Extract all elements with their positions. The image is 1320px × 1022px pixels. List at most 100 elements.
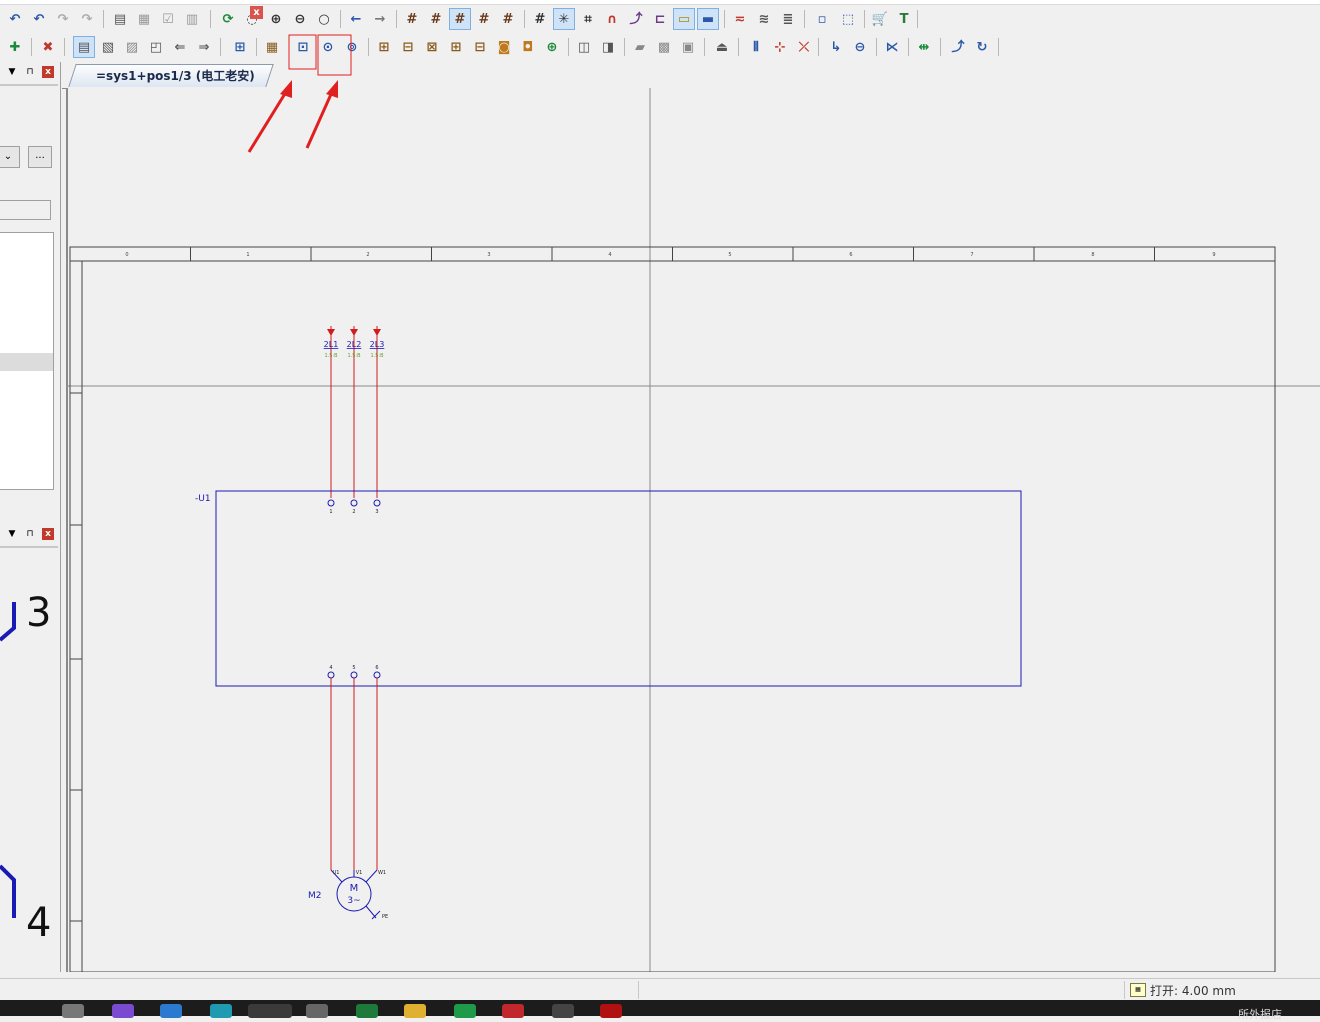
crosshair-icon[interactable]: ⌗ [578,9,598,29]
shade-c-icon[interactable]: ▣ [678,37,698,57]
schematic-canvas[interactable]: 0 1 2 3 4 5 6 7 8 9 2L1 2L2 2L3 1.5:B 1.… [66,88,1320,973]
page-layout2-icon[interactable]: ▦ [134,9,154,29]
supply-arrow-icon[interactable] [373,329,381,336]
pin-icon[interactable]: ⊓ [24,528,36,540]
page-new-icon[interactable]: ▤ [73,36,95,58]
selected-tree-row[interactable] [0,353,53,371]
page-table-icon[interactable]: ▥ [182,9,202,29]
device-box[interactable] [215,490,1022,687]
shade-b-icon[interactable]: ▩ [654,37,674,57]
angle-icon[interactable]: ⤴ [948,37,968,57]
connection-point[interactable] [350,499,358,507]
close-pane-button[interactable]: x [42,528,54,540]
page-prev-icon[interactable]: ⇐ [170,37,190,57]
grid-b-icon[interactable]: # [426,9,446,29]
component-a-icon[interactable]: ⊞ [374,37,394,57]
redo-icon[interactable]: ↷ [53,9,73,29]
macro-window-icon[interactable]: ⊞ [230,37,250,57]
wire3-icon[interactable]: ≣ [778,9,798,29]
zoom-in-icon[interactable]: ⊕ [266,9,286,29]
macro-update-icon[interactable]: ⊚ [342,37,362,57]
nav-back-icon[interactable]: ← [346,9,366,29]
link-icon[interactable]: ⊏ [650,9,670,29]
connector-b-icon[interactable]: ⊹ [770,37,790,57]
jump-icon[interactable]: ⤴ [626,9,646,29]
undo-back-icon[interactable]: ↶ [29,9,49,29]
interrupt-icon[interactable]: ⋉ [882,37,902,57]
search-input[interactable] [0,200,51,220]
page-check-icon[interactable]: ☑ [158,9,178,29]
terminal-b-icon[interactable]: ◨ [598,37,618,57]
supply-arrow-icon[interactable] [327,329,335,336]
select-frame-icon[interactable]: ⬚ [838,9,858,29]
undo-icon[interactable]: ↶ [5,9,25,29]
component-c-icon[interactable]: ⊠ [422,37,442,57]
terminal-label[interactable]: 2L1 [324,340,339,349]
component-e-icon[interactable]: ⊟ [470,37,490,57]
tag-icon[interactable]: ▭ [673,8,695,30]
component-g-icon[interactable]: ◘ [518,37,538,57]
delete-placement-icon[interactable]: ✖ [38,37,58,57]
schematic-drawing[interactable]: 0 1 2 3 4 5 6 7 8 9 2L1 2L2 2L3 1.5:B 1.… [68,88,1320,973]
nav-forward-icon[interactable]: → [370,9,390,29]
connection-point[interactable] [327,499,335,507]
ruler-icon[interactable]: ▬ [697,8,719,30]
more-button[interactable]: ... [28,146,52,168]
component-f-icon[interactable]: ◙ [494,37,514,57]
shade-a-icon[interactable]: ▰ [630,37,650,57]
text-icon[interactable]: T [894,9,914,29]
pane-menu-arrow-icon[interactable]: ▼ [6,528,18,540]
close-pane-button[interactable]: x [42,66,54,78]
insert-device-icon[interactable]: ✚ [5,37,25,57]
grid-c-icon[interactable]: # [449,8,471,30]
supply-arrow-icon[interactable] [350,329,358,336]
terminal-a-icon[interactable]: ◫ [574,37,594,57]
arc-icon[interactable]: ↻ [972,37,992,57]
connection-point[interactable] [373,671,381,679]
device-label[interactable]: -U1 [195,494,211,504]
page-props-icon[interactable]: ◰ [146,37,166,57]
close-tab-button[interactable]: x [250,6,263,19]
component-h-icon[interactable]: ⊕ [542,37,562,57]
zoom-100-icon[interactable]: ○ [314,9,334,29]
component-d-icon[interactable]: ⊞ [446,37,466,57]
cart-icon[interactable]: 🛒 [870,9,890,29]
page-tree-list[interactable] [0,232,54,490]
magnet-icon[interactable]: ∩ [602,9,622,29]
grid-d-icon[interactable]: # [474,9,494,29]
page-open-icon[interactable]: ▨ [122,37,142,57]
macro-insert-icon[interactable]: ⊡ [293,37,313,57]
pane-menu-arrow-icon[interactable]: ▼ [6,66,18,78]
grid-toggle-icon[interactable]: # [530,9,550,29]
connection-point[interactable] [327,671,335,679]
snap-icon[interactable]: ✳ [553,8,575,30]
fit-icon[interactable]: ▫ [812,9,832,29]
wire-icon[interactable]: ≂ [730,9,750,29]
pin-icon[interactable]: ⊓ [24,66,36,78]
corner-a-icon[interactable]: ↳ [826,37,846,57]
filter-dropdown[interactable]: ⌄ [0,146,20,168]
terminal-label[interactable]: 2L3 [370,340,385,349]
potential-icon[interactable]: ⏏ [712,37,732,57]
redo-forward-icon[interactable]: ↷ [77,9,97,29]
grid-e-icon[interactable]: # [498,9,518,29]
wire2-icon[interactable]: ≋ [754,9,774,29]
page-layout-icon[interactable]: ▤ [110,9,130,29]
connector-c-icon[interactable]: ⤫ [794,37,814,57]
terminal-label[interactable]: 2L2 [347,340,362,349]
macro-place-icon[interactable]: ⊙ [318,37,338,57]
corner-b-icon[interactable]: ⊖ [850,37,870,57]
macro-table-icon[interactable]: ▦ [262,37,282,57]
zoom-out-icon[interactable]: ⊖ [290,9,310,29]
component-b-icon[interactable]: ⊟ [398,37,418,57]
motor-label[interactable]: M2 [308,891,322,901]
page-copy-icon[interactable]: ▧ [98,37,118,57]
refresh-icon[interactable]: ⟳ [218,9,238,29]
grid-a-icon[interactable]: # [402,9,422,29]
line-break-icon[interactable]: ⇹ [914,37,934,57]
connection-point[interactable] [373,499,381,507]
page-next-icon[interactable]: ⇒ [194,37,214,57]
connector-a-icon[interactable]: ⫴ [746,37,766,57]
document-tab-label[interactable]: =sys1+pos1/3 (电工老安) [96,67,255,84]
connection-point[interactable] [350,671,358,679]
